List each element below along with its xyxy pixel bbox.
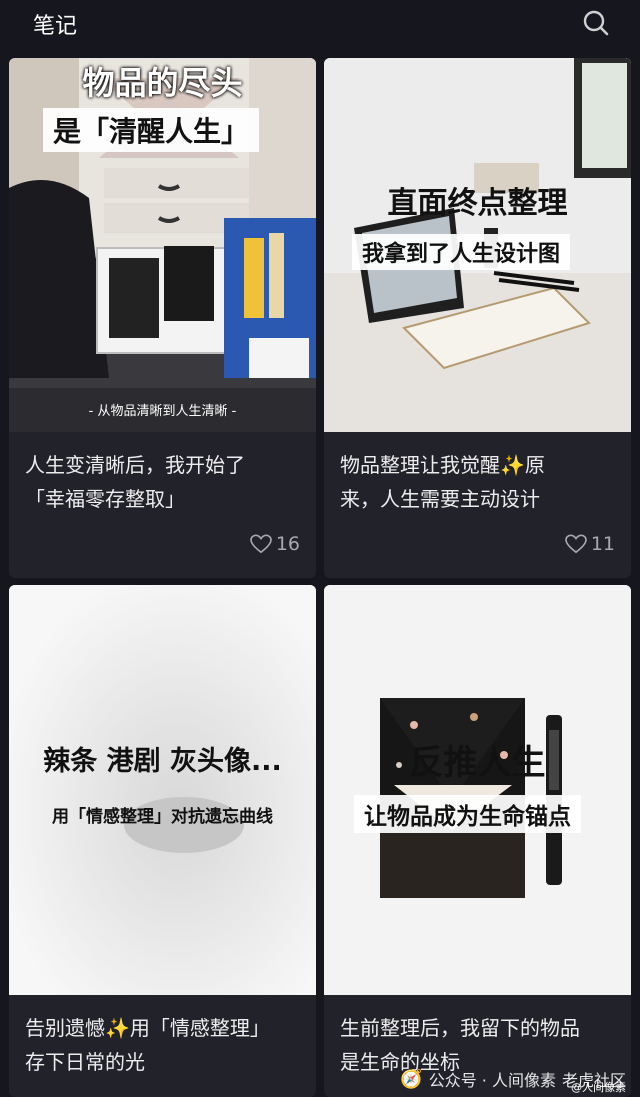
note-caption-3[interactable]: 告别遗憾✨用「情感整理」 存下日常的光 (25, 1011, 304, 1079)
heart-icon (564, 534, 587, 554)
like-button[interactable]: 16 (249, 533, 300, 555)
note-card-3[interactable]: 辣条 港剧 灰头像... 用「情感整理」对抗遗忘曲线 告别遗憾✨用「情感整理」 … (9, 585, 316, 1097)
soft-glow-photo (9, 585, 316, 995)
note-image-subtitle: 是「清醒人生」 (43, 108, 260, 152)
note-image-footer: - 从物品清晰到人生清晰 - (88, 404, 237, 419)
top-bar: 笔记 (0, 0, 640, 48)
heart-icon (249, 534, 272, 554)
caption-line: 存下日常的光 (25, 1050, 145, 1074)
caption-line: 「幸福零存整取」 (25, 487, 185, 511)
note-card-1[interactable]: 物品的尽头 是「清醒人生」 - 从物品清晰到人生清晰 - 人生变清晰后，我开始了… (9, 58, 316, 578)
note-caption-2[interactable]: 物品整理让我觉醒✨原 来，人生需要主动设计 (340, 448, 619, 516)
caption-line: 人生变清晰后，我开始了 (25, 453, 245, 477)
note-image-title: 直面终点整理 (387, 186, 568, 221)
note-image-title: 物品的尽头 (82, 64, 243, 102)
note-image-1: 物品的尽头 是「清醒人生」 - 从物品清晰到人生清晰 - (9, 58, 316, 432)
note-card-2[interactable]: 直面终点整理 我拿到了人生设计图 物品整理让我觉醒✨原 来，人生需要主动设计 1… (324, 58, 631, 578)
page-title: 笔记 (33, 14, 78, 39)
note-caption-1[interactable]: 人生变清晰后，我开始了 「幸福零存整取」 (25, 448, 304, 516)
note-image-2: 直面终点整理 我拿到了人生设计图 (324, 58, 631, 432)
compass-icon: 🧭 (400, 1068, 423, 1090)
note-image-4: 反推人生 让物品成为生命锚点 (324, 585, 631, 995)
caption-line: 来，人生需要主动设计 (340, 487, 540, 511)
note-image-subtitle: 我拿到了人生设计图 (352, 234, 571, 270)
notebook-pen-photo (324, 585, 631, 995)
caption-line: 物品整理让我觉醒✨原 (340, 453, 545, 477)
note-image-subtitle: 用「情感整理」对抗遗忘曲线 (52, 807, 273, 827)
note-image-title: 反推人生 (409, 743, 546, 783)
like-count: 11 (590, 533, 615, 555)
watermark-badge: @人间像素 (571, 1081, 626, 1094)
note-card-4[interactable]: 反推人生 让物品成为生命锚点 生前整理后，我留下的物品 是生命的坐标 (324, 585, 631, 1097)
note-image-3: 辣条 港剧 灰头像... 用「情感整理」对抗遗忘曲线 (9, 585, 316, 995)
like-count: 16 (275, 533, 300, 555)
caption-line: 生前整理后，我留下的物品 (340, 1016, 580, 1040)
caption-line: 告别遗憾✨用「情感整理」 (25, 1016, 270, 1040)
search-icon[interactable] (582, 9, 610, 37)
note-image-subtitle: 让物品成为生命锚点 (354, 795, 581, 833)
like-button[interactable]: 11 (564, 533, 615, 555)
note-image-title: 辣条 港剧 灰头像... (43, 746, 282, 777)
watermark-text: 公众号 · 人间像素 (428, 1071, 556, 1090)
